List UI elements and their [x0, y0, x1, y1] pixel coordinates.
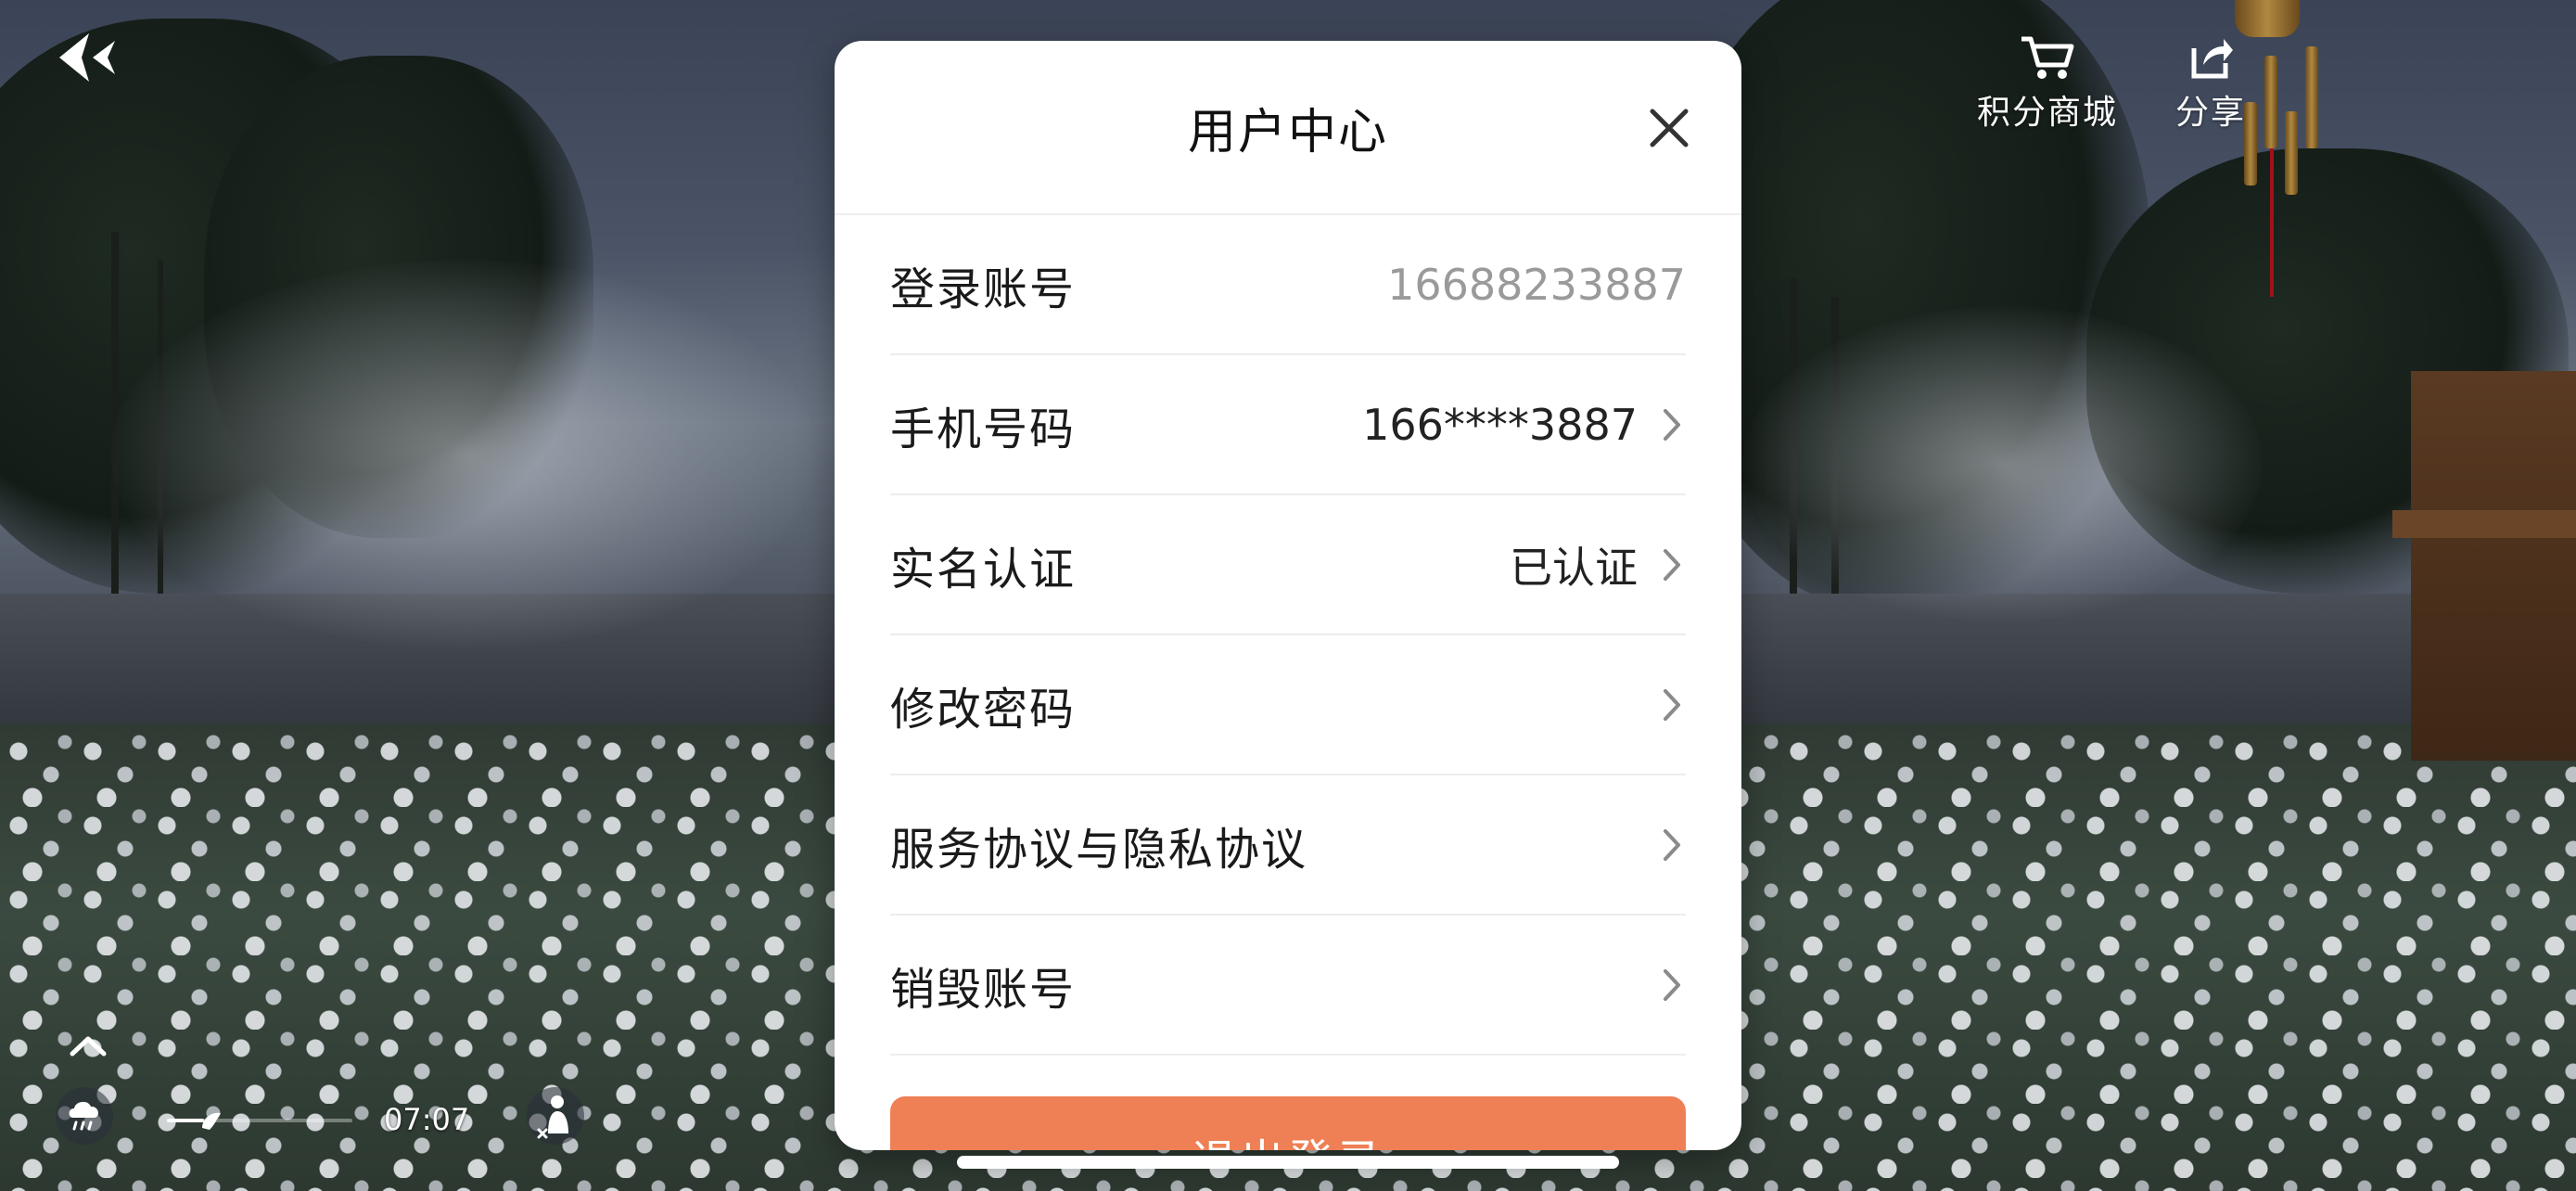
- phone-number-value: 166****3887: [1362, 399, 1638, 450]
- wooden-pavilion: [2392, 371, 2576, 761]
- chevron-right-icon: [1664, 688, 1680, 721]
- chevron-right-icon: [1664, 548, 1680, 581]
- row-real-name-verification[interactable]: 实名认证 已认证: [890, 495, 1686, 635]
- settings-list: 登录账号 16688233887 手机号码 166****3887 实名认证 已…: [835, 215, 1741, 1056]
- share-button[interactable]: 分享: [2175, 33, 2246, 134]
- meditation-icon: [537, 1095, 568, 1139]
- close-icon: [1650, 109, 1689, 147]
- timer-text: 07:07: [384, 1102, 470, 1137]
- chevron-right-icon: [1664, 828, 1680, 861]
- points-shop-label: 积分商城: [1977, 94, 2119, 132]
- row-delete-account[interactable]: 销毁账号: [890, 916, 1686, 1056]
- row-phone-number[interactable]: 手机号码 166****3887: [890, 355, 1686, 495]
- share-icon: [2191, 39, 2233, 79]
- cart-icon: [2021, 36, 2074, 79]
- rain-cloud-icon: [69, 1101, 99, 1131]
- chevron-up-icon: [70, 1036, 107, 1057]
- row-login-account: 登录账号 16688233887: [890, 215, 1686, 355]
- close-button[interactable]: [1649, 108, 1690, 148]
- share-label: 分享: [2175, 94, 2247, 132]
- logout-label: 退出登录: [1192, 1124, 1384, 1150]
- row-label: 登录账号: [890, 263, 1077, 315]
- row-label: 实名认证: [890, 543, 1077, 596]
- mist-right: [1743, 306, 2263, 621]
- verification-status-value: 已认证: [1510, 542, 1638, 593]
- points-shop-button[interactable]: 积分商城: [1977, 33, 2118, 134]
- row-label: 手机号码: [890, 403, 1077, 455]
- mist-left: [111, 260, 816, 649]
- volume-slider[interactable]: [167, 1109, 352, 1132]
- back-button[interactable]: [52, 28, 119, 87]
- chevron-right-icon: [1664, 968, 1680, 1001]
- dialog-header: 用户中心: [835, 41, 1741, 215]
- meditation-button[interactable]: [527, 1087, 584, 1145]
- weather-sound-button[interactable]: [56, 1087, 113, 1145]
- login-account-value: 16688233887: [1387, 259, 1686, 310]
- row-label: 服务协议与隐私协议: [890, 823, 1308, 876]
- row-label: 销毁账号: [890, 963, 1077, 1016]
- row-change-password[interactable]: 修改密码: [890, 635, 1686, 775]
- home-indicator[interactable]: [957, 1156, 1619, 1169]
- back-arrow-icon: [59, 33, 115, 82]
- rain-drop-icon: [202, 1112, 221, 1130]
- chevron-right-icon: [1664, 408, 1680, 441]
- dialog-title: 用户中心: [1187, 104, 1388, 160]
- volume-slider-thumb[interactable]: [198, 1109, 224, 1132]
- row-label: 修改密码: [890, 683, 1077, 736]
- expand-controls-button[interactable]: [65, 1031, 111, 1059]
- row-service-privacy-agreement[interactable]: 服务协议与隐私协议: [890, 775, 1686, 916]
- user-center-dialog: 用户中心 登录账号 16688233887 手机号码 166****3887 实…: [835, 41, 1741, 1150]
- logout-button[interactable]: 退出登录: [890, 1096, 1686, 1150]
